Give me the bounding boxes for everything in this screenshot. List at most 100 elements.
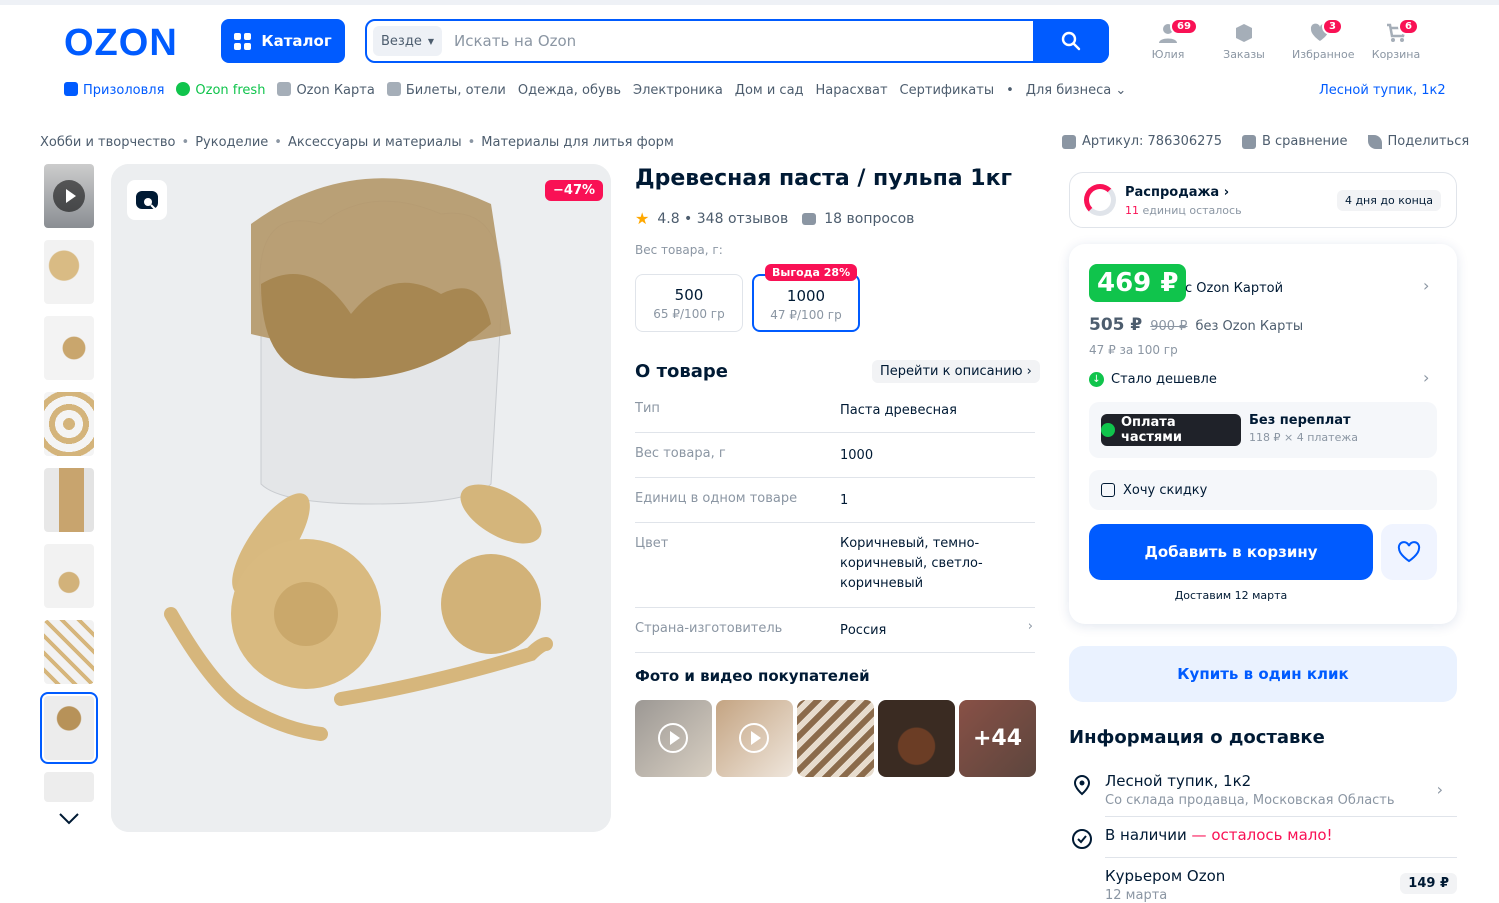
share-button[interactable]: Поделиться bbox=[1367, 134, 1469, 149]
nav-item[interactable]: Нарасхват bbox=[816, 83, 888, 98]
divider bbox=[1105, 816, 1457, 817]
product-main-image[interactable] bbox=[111, 164, 611, 832]
favorite-button[interactable] bbox=[1381, 524, 1437, 580]
breadcrumb-sep: • bbox=[467, 135, 476, 150]
buy-one-click-button[interactable]: Купить в один клик bbox=[1069, 646, 1457, 702]
rating-reviews[interactable]: 4.8 • 348 отзывов bbox=[657, 211, 788, 227]
leaf-icon bbox=[176, 82, 191, 96]
ozon-logo[interactable]: OZON bbox=[64, 22, 178, 65]
play-icon bbox=[53, 180, 85, 212]
header-cart[interactable]: 6 Корзина bbox=[1368, 18, 1424, 61]
header-favorites[interactable]: 3 Избранное bbox=[1292, 18, 1354, 61]
catalog-button[interactable]: Каталог bbox=[221, 19, 345, 63]
chevron-down-icon[interactable] bbox=[58, 811, 80, 827]
spec-row[interactable]: Страна-изготовитель Россия › bbox=[635, 619, 1035, 653]
thumbnail[interactable] bbox=[44, 240, 94, 304]
goto-description-button[interactable]: Перейти к описанию › bbox=[872, 360, 1040, 383]
image-search-button[interactable] bbox=[127, 180, 167, 220]
address-link[interactable]: Лесной тупик, 1к2 bbox=[1319, 83, 1446, 98]
compare-button[interactable]: В сравнение bbox=[1241, 134, 1348, 149]
spec-key: Вес товара, г bbox=[635, 446, 726, 461]
courier-title: Курьером Ozon bbox=[1105, 867, 1226, 885]
thumbnail[interactable] bbox=[44, 772, 94, 802]
chevron-right-icon: › bbox=[1027, 619, 1033, 634]
sale-title: Распродажа › bbox=[1125, 185, 1230, 200]
price-dropped-label: Стало дешевле bbox=[1111, 372, 1217, 387]
stock-row: В наличии — осталось мало! bbox=[1069, 826, 1457, 850]
article-number[interactable]: Артикул: 786306275 bbox=[1062, 134, 1222, 149]
thumbnail-active[interactable] bbox=[40, 692, 98, 764]
weight-option-selected[interactable]: 1000 47 ₽/100 гр bbox=[752, 274, 860, 332]
top-strip bbox=[0, 0, 1499, 5]
breadcrumb-item[interactable]: Аксессуары и материалы bbox=[288, 135, 462, 150]
profile-label: Юлия bbox=[1151, 48, 1185, 61]
delivery-address-row[interactable]: Лесной тупик, 1к2 Со склада продавца, Мо… bbox=[1069, 772, 1457, 812]
chevron-right-icon[interactable]: › bbox=[1423, 276, 1429, 295]
spec-value: 1 bbox=[840, 493, 849, 508]
nav-item[interactable]: Ozon Карта bbox=[277, 82, 375, 98]
thumbnail[interactable] bbox=[44, 392, 94, 456]
cart-label: Корзина bbox=[1371, 48, 1421, 61]
weight-label: Вес товара, г: bbox=[635, 243, 723, 257]
more-count: +44 bbox=[959, 700, 1036, 777]
search-input[interactable]: Искать на Ozon bbox=[454, 32, 1033, 50]
nav-item[interactable]: Одежда, обувь bbox=[518, 83, 621, 98]
weight-option[interactable]: 500 65 ₽/100 гр bbox=[635, 274, 743, 332]
thumbnail-video[interactable] bbox=[44, 164, 94, 228]
old-price: 900 ₽ bbox=[1150, 319, 1188, 334]
top-nav: Призоловля Ozon fresh Ozon Карта Билеты,… bbox=[64, 82, 1126, 98]
thumbnail[interactable] bbox=[44, 316, 94, 380]
buyer-video[interactable] bbox=[635, 700, 712, 777]
sale-banner[interactable]: Распродажа › 11 единиц осталось 4 дня до… bbox=[1069, 172, 1457, 228]
spec-key: Цвет bbox=[635, 536, 669, 551]
buyer-photo-more[interactable]: +44 bbox=[959, 700, 1036, 777]
nav-item[interactable]: Электроника bbox=[633, 83, 723, 98]
card-icon bbox=[277, 82, 292, 96]
favorites-badge: 3 bbox=[1322, 18, 1343, 35]
header-profile[interactable]: 69 Юлия bbox=[1140, 18, 1198, 61]
divider bbox=[1105, 857, 1457, 858]
thumbnail[interactable] bbox=[44, 468, 94, 532]
breadcrumb-item[interactable]: Хобби и творчество bbox=[40, 135, 176, 150]
thumbnail[interactable] bbox=[44, 620, 94, 684]
buyer-video[interactable] bbox=[716, 700, 793, 777]
without-card-label: без Ozon Карты bbox=[1195, 319, 1304, 334]
spec-value: Россия bbox=[840, 623, 887, 638]
nav-item[interactable]: Ozon fresh bbox=[176, 82, 265, 98]
buyer-photo[interactable] bbox=[797, 700, 874, 777]
price-dropped-row[interactable]: ↓ Стало дешевле bbox=[1089, 372, 1217, 387]
add-to-cart-button[interactable]: Добавить в корзину bbox=[1089, 524, 1373, 580]
nav-item[interactable]: Сертификаты bbox=[900, 83, 995, 98]
installments-block[interactable]: Оплата частями Без переплат 118 ₽ × 4 пл… bbox=[1089, 402, 1437, 458]
breadcrumb-item[interactable]: Материалы для литья форм bbox=[481, 135, 673, 150]
questions-link[interactable]: 18 вопросов bbox=[824, 211, 914, 227]
buyer-photo[interactable] bbox=[878, 700, 955, 777]
search-scope-select[interactable]: Везде ▼ bbox=[373, 26, 442, 56]
discount-badge: −47% bbox=[545, 180, 604, 201]
spec-row: Тип Паста древесная bbox=[635, 401, 1035, 433]
nav-item[interactable]: Билеты, отели bbox=[386, 82, 506, 98]
installments-sub: 118 ₽ × 4 платежа bbox=[1249, 431, 1358, 444]
nav-item[interactable]: Дом и сад bbox=[735, 83, 804, 98]
breadcrumb-sep: • bbox=[181, 135, 190, 150]
installments-title: Без переплат bbox=[1249, 413, 1351, 428]
breadcrumb-item[interactable]: Рукоделие bbox=[195, 135, 268, 150]
check-circle-icon bbox=[1072, 829, 1092, 849]
nav-item-business[interactable]: Для бизнеса ⌄ bbox=[1026, 83, 1126, 98]
copy-icon bbox=[1062, 134, 1076, 149]
delivery-date: Доставим 12 марта bbox=[1174, 589, 1288, 602]
breadcrumb: Хобби и творчество • Рукоделие • Аксессуар… bbox=[40, 135, 674, 150]
chevron-right-icon[interactable]: › bbox=[1423, 368, 1429, 387]
plane-icon bbox=[386, 82, 401, 96]
nav-item[interactable]: Призоловля bbox=[64, 82, 164, 98]
search-button[interactable] bbox=[1033, 19, 1109, 63]
spec-value: 1000 bbox=[840, 448, 874, 463]
arrow-down-icon: ↓ bbox=[1089, 372, 1104, 387]
thumbnail[interactable] bbox=[44, 544, 94, 608]
courier-row[interactable]: Курьером Ozon 12 марта 149 ₽ bbox=[1069, 867, 1457, 903]
header-orders[interactable]: Заказы bbox=[1216, 22, 1272, 61]
want-discount-button[interactable]: Хочу скидку bbox=[1089, 470, 1437, 510]
share-icon bbox=[1367, 134, 1382, 149]
ozon-card-price: 469 ₽ bbox=[1089, 264, 1187, 302]
spec-key: Страна-изготовитель bbox=[635, 621, 783, 636]
